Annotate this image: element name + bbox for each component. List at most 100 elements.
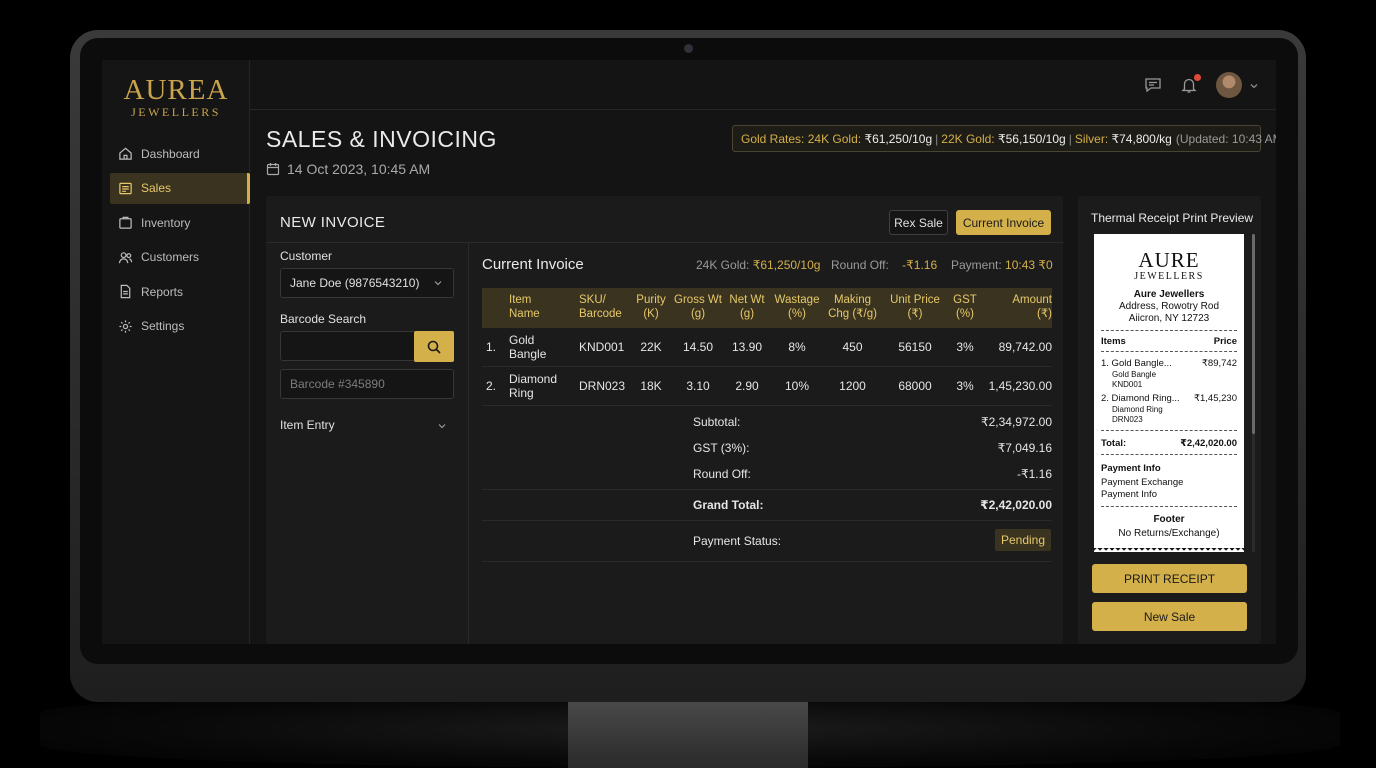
sidebar-item-inventory[interactable]: Inventory: [110, 207, 250, 238]
chevron-down-icon: [438, 424, 446, 429]
divider: [482, 520, 1052, 521]
column-header[interactable]: GST (%): [953, 293, 977, 321]
customer-label: Customer: [280, 249, 333, 263]
sidebar-nav: Dashboard Sales Inventory Customers Repo…: [110, 138, 250, 345]
column-header[interactable]: Purity (K): [633, 293, 669, 321]
current-invoice-tab-button[interactable]: Current Invoice: [956, 210, 1051, 235]
barcode-search-label: Barcode Search: [280, 312, 367, 326]
receipt-scrollbar[interactable]: [1252, 234, 1255, 552]
rates-prefix: Gold Rates:: [741, 131, 805, 146]
cell-wastage: 10%: [784, 379, 810, 393]
invoice-gold-label: 24K Gold:: [696, 258, 750, 272]
receipt-item-1-sku: KND001: [1112, 380, 1143, 389]
rate-silver-value: ₹74,800/kg: [1111, 131, 1172, 146]
customer-select[interactable]: Jane Doe (9876543210): [280, 268, 454, 298]
sidebar-item-dashboard[interactable]: Dashboard: [110, 138, 250, 169]
receipt-item-2-price: ₹1,45,230: [1193, 393, 1237, 404]
item-entry-label: Item Entry: [280, 418, 335, 432]
receipt-address-2: Aiicron, NY 12723: [1128, 313, 1210, 324]
receipt-item-1-sub: Gold Bangle: [1112, 370, 1157, 379]
column-header[interactable]: SKU/ Barcode: [579, 293, 629, 321]
receipt-divider: [1101, 454, 1237, 455]
column-header[interactable]: Item Name: [509, 293, 559, 321]
receipt-divider: [1101, 430, 1237, 431]
sidebar-item-label: Reports: [141, 284, 184, 299]
gst-label: GST (3%):: [693, 441, 750, 455]
row-number: 2.: [486, 379, 497, 393]
sidebar-item-label: Customers: [141, 250, 200, 264]
invoice-gold-rate: 24K Gold: ₹61,250/10g: [696, 258, 820, 272]
item-entry-toggle[interactable]: Item Entry: [280, 418, 454, 432]
message-icon[interactable]: [1144, 76, 1162, 94]
new-sale-button[interactable]: New Sale: [1092, 602, 1247, 631]
row-number: 1.: [486, 340, 497, 354]
rates-updated: (Updated: 10:43 AM): [1175, 131, 1276, 146]
sidebar: AUREA JEWELLERS Dashboard Sales Inventor…: [102, 60, 250, 644]
sidebar-item-sales[interactable]: Sales: [110, 172, 250, 204]
column-header[interactable]: Unit Price (₹): [889, 293, 941, 321]
cell-purity: 18K: [640, 379, 662, 393]
column-header[interactable]: Amount (₹): [1010, 293, 1052, 321]
cell-gross: 3.10: [686, 379, 710, 393]
table-row[interactable]: 2. Diamond Ring DRN023 18K 3.10 2.90 10% 1200 68…: [482, 367, 1052, 406]
page-date-text: 14 Oct 2023, 10:45 AM: [287, 161, 431, 177]
rate-22k-value: ₹56,150/10g: [997, 131, 1066, 146]
payment-status-label: Payment Status:: [693, 534, 782, 548]
sidebar-item-customers[interactable]: Customers: [110, 242, 250, 273]
top-bar: [250, 60, 1276, 110]
invoice-panel-title: NEW INVOICE: [280, 214, 386, 231]
chevron-down-icon[interactable]: [1248, 79, 1260, 91]
subtotal-label: Subtotal:: [693, 415, 741, 429]
search-button[interactable]: [414, 331, 454, 362]
divider: [266, 242, 1063, 243]
status-badge: Pending: [995, 529, 1051, 551]
receipt-address-1: Address, Rowotry Rod: [1118, 301, 1220, 312]
cell-sku: KND001: [579, 340, 625, 354]
cell-gross: 14.50: [682, 340, 714, 354]
receipt-tear-edge: [1094, 548, 1244, 552]
barcode-field[interactable]: Barcode #345890: [280, 369, 454, 399]
subtotal-value: ₹2,34,972.00: [980, 415, 1052, 429]
receipt-payment-line-2: Payment Info: [1101, 489, 1157, 500]
page-date: 14 Oct 2023, 10:45 AM: [266, 161, 430, 177]
receipt-divider: [1101, 351, 1237, 352]
cell-wastage: 8%: [788, 340, 806, 354]
print-receipt-button[interactable]: PRINT RECEIPT: [1092, 564, 1247, 593]
invoice-gold-value: ₹61,250/10g: [752, 258, 821, 272]
sidebar-item-settings[interactable]: Settings: [110, 311, 250, 342]
gold-rates-banner: Gold Rates: 24K Gold: ₹61,250/10g | 22K …: [732, 125, 1276, 152]
chevron-down-icon: [434, 281, 442, 286]
avatar[interactable]: [1216, 72, 1242, 98]
page-title: SALES & INVOICING: [266, 126, 497, 152]
invoice-roundoff-value: -₹1.16: [902, 258, 938, 272]
receipt-price-header: Price: [1213, 336, 1237, 347]
new-sale-tab-button[interactable]: Rex Sale: [889, 210, 948, 235]
sidebar-item-label: Sales: [141, 181, 172, 195]
rate-24k-label: 24K Gold:: [807, 131, 862, 146]
divider: [482, 561, 1052, 562]
column-header[interactable]: Wastage (%): [774, 293, 820, 321]
app-screen: AUREA JEWELLERS Dashboard Sales Inventor…: [102, 60, 1276, 644]
cell-name: Diamond Ring: [509, 372, 558, 400]
rate-24k-value: ₹61,250/10g: [864, 131, 933, 146]
table-row[interactable]: 1. Gold Bangle KND001 22K 14.50 13.90 8% 450 561…: [482, 328, 1052, 367]
grand-total-value: ₹2,42,020.00: [980, 498, 1052, 512]
receipt-item-2: 2. Diamond Ring...: [1101, 393, 1180, 404]
rate-22k-label: 22K Gold:: [941, 131, 995, 146]
barcode-search-input[interactable]: [280, 331, 416, 361]
column-header[interactable]: Net Wt (g): [729, 293, 765, 321]
cell-amount: 1,45,230.00: [988, 379, 1052, 393]
sales-icon: [118, 181, 133, 196]
divider: [482, 489, 1052, 490]
receipt-items-header: Items: [1101, 336, 1126, 347]
cell-unit: 68000: [898, 379, 932, 393]
divider: [468, 242, 469, 644]
receipt-divider: [1101, 330, 1237, 331]
receipt-logo-sub: JEWELLERS: [1134, 271, 1204, 282]
column-header[interactable]: Gross Wt (g): [673, 293, 723, 321]
column-header[interactable]: Making Chg (₹/g): [825, 293, 880, 321]
receipt-panel-title: Thermal Receipt Print Preview: [1091, 211, 1254, 225]
sidebar-item-reports[interactable]: Reports: [110, 276, 250, 307]
receipt-divider: [1101, 506, 1237, 507]
invoice-payment-value: 10:43 ₹0: [1005, 258, 1053, 272]
